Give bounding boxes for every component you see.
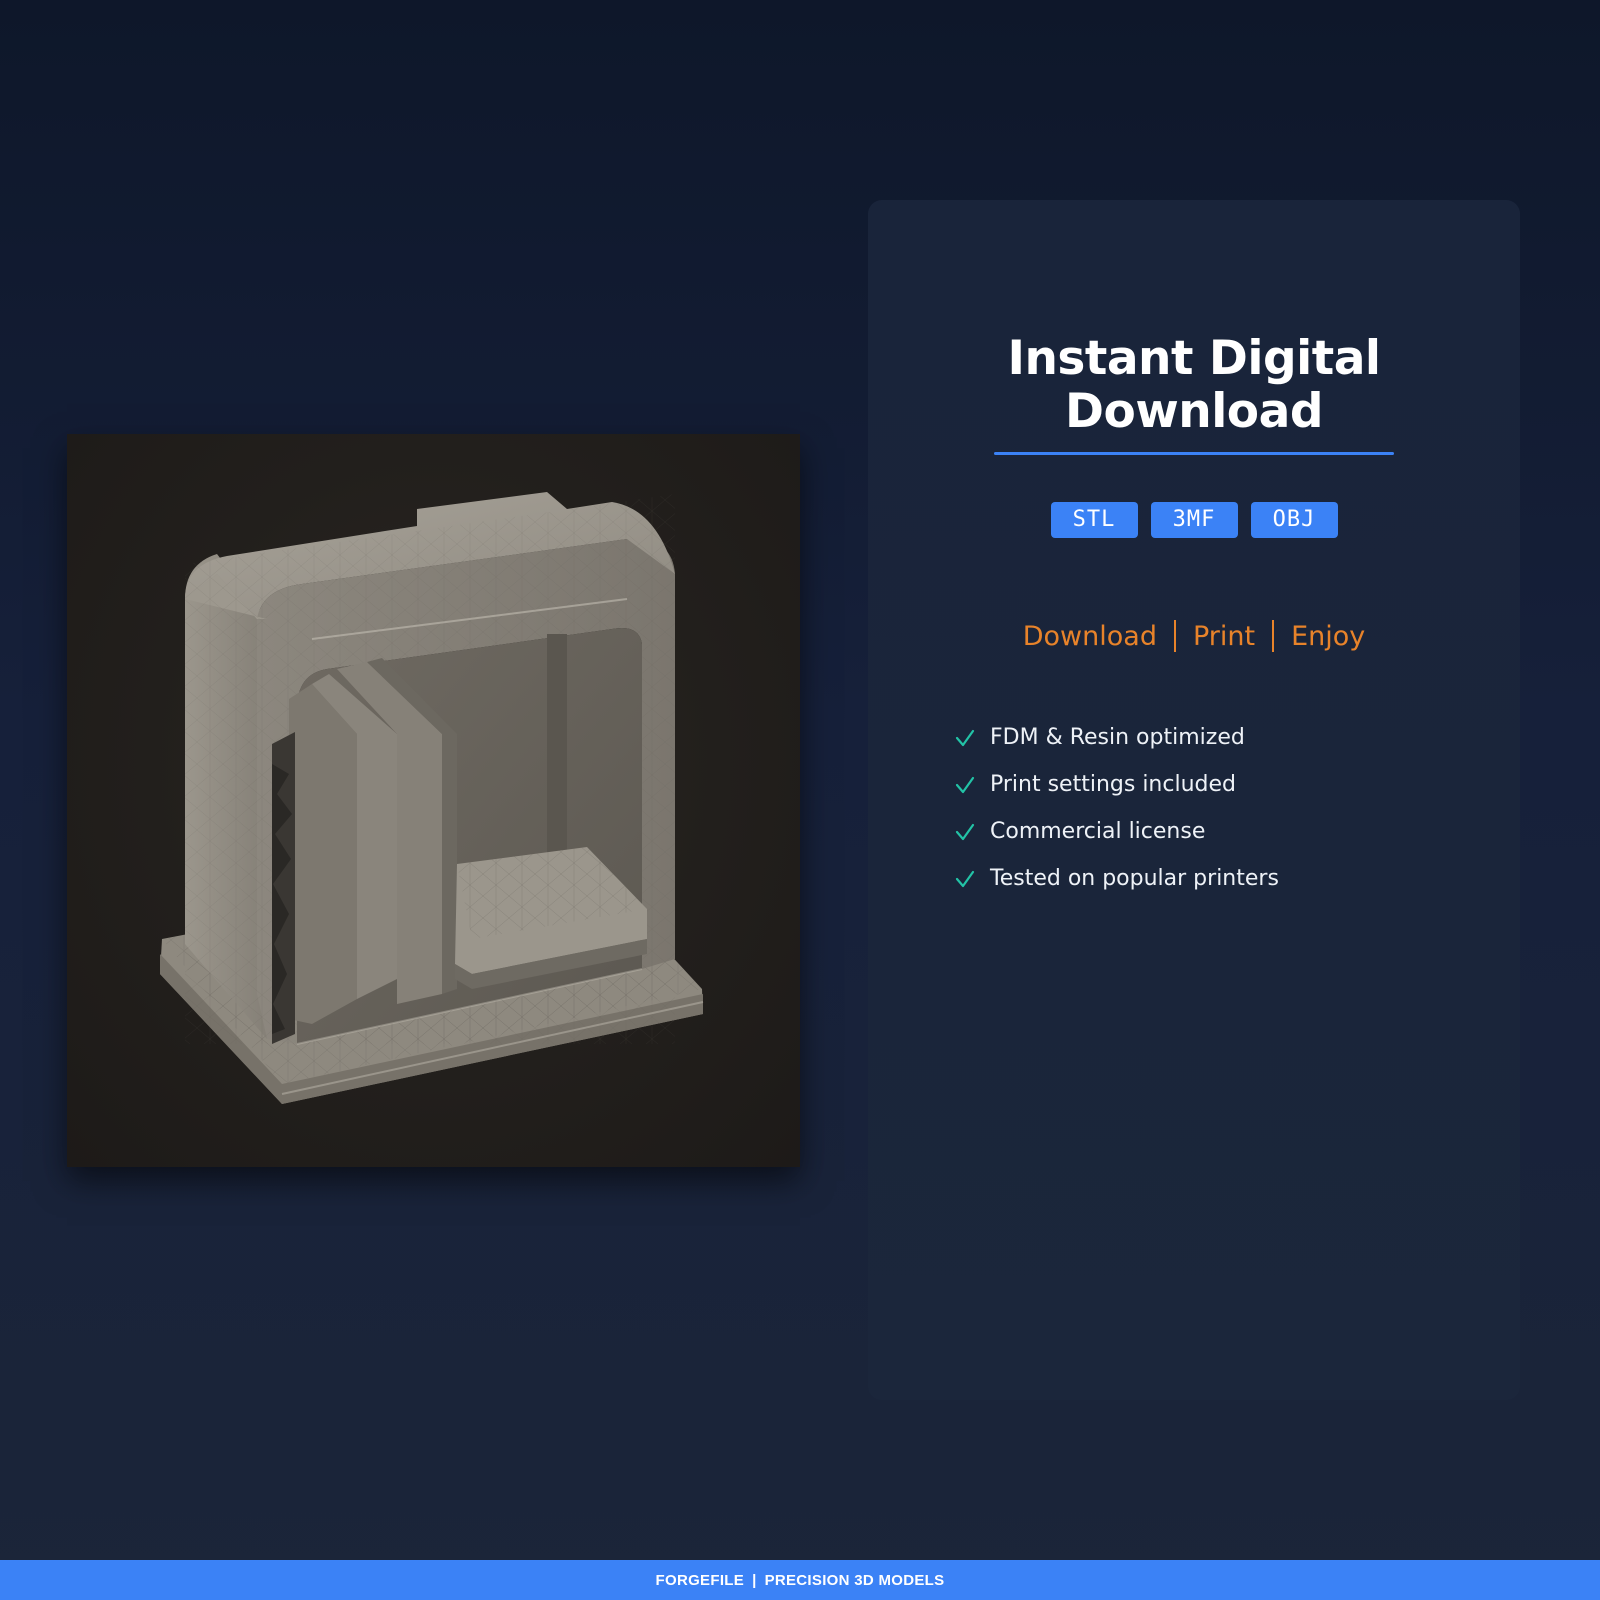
step-separator (1272, 620, 1275, 652)
feature-text: Tested on popular printers (990, 866, 1279, 891)
footer-separator: | (752, 1571, 757, 1589)
step-separator (1173, 620, 1176, 652)
feature-text: FDM & Resin optimized (990, 725, 1245, 750)
feature-text: Print settings included (990, 772, 1236, 797)
feature-item: Print settings included (954, 761, 1279, 808)
check-icon (955, 729, 975, 746)
bookshelf-model-render (160, 492, 704, 1104)
product-image (67, 434, 800, 1167)
check-icon (955, 870, 975, 887)
title-line-2: Download (1065, 384, 1323, 439)
footer-bar: FORGEFILE | PRECISION 3D MODELS (0, 1560, 1600, 1600)
check-icon (955, 776, 975, 793)
info-card: Instant Digital Download STL 3MF OBJ Dow… (868, 200, 1520, 1400)
footer-brand: FORGEFILE (655, 1571, 745, 1589)
format-badges: STL 3MF OBJ (868, 502, 1520, 538)
steps-row: Download Print Enjoy (868, 620, 1520, 652)
step-enjoy: Enjoy (1291, 620, 1366, 652)
footer-tagline: PRECISION 3D MODELS (764, 1571, 945, 1589)
title-underline (994, 452, 1394, 455)
feature-text: Commercial license (990, 819, 1206, 844)
step-download: Download (1022, 620, 1157, 652)
format-badge-3mf: 3MF (1150, 502, 1238, 538)
feature-list: FDM & Resin optimized Print settings inc… (954, 714, 1279, 902)
feature-item: FDM & Resin optimized (954, 714, 1279, 761)
card-title: Instant Digital Download (868, 332, 1520, 438)
title-line-1: Instant Digital (1007, 331, 1381, 386)
format-badge-stl: STL (1050, 502, 1138, 538)
format-badge-obj: OBJ (1250, 502, 1338, 538)
check-icon (955, 823, 975, 840)
step-print: Print (1192, 620, 1256, 652)
feature-item: Tested on popular printers (954, 855, 1279, 902)
feature-item: Commercial license (954, 808, 1279, 855)
